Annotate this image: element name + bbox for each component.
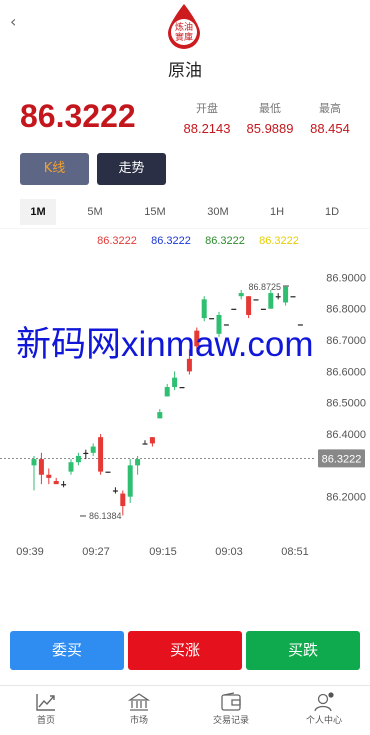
y-tick-label: 86.7000: [326, 335, 366, 347]
high-annotation: 86.8725: [248, 282, 281, 292]
candle-body: [127, 465, 133, 497]
high-value: 88.454: [310, 121, 350, 136]
high-stat: 最高 88.454: [295, 100, 365, 136]
limit-buy-button[interactable]: 委买: [10, 631, 124, 670]
candle-body: [83, 452, 89, 455]
ma-label-2: 86.3222: [205, 235, 245, 247]
candle-body: [90, 446, 96, 453]
buy-down-button[interactable]: 买跌: [246, 631, 360, 670]
bottom-tab-bar: 首页 市场 交易记录 个人中心: [0, 685, 370, 735]
timeframe-tab-1h[interactable]: 1H: [259, 199, 295, 225]
y-tick-label: 86.4000: [326, 429, 366, 441]
tab-market[interactable]: 市场: [93, 686, 185, 726]
svg-text:實庫: 實庫: [175, 31, 193, 43]
tab-market-label: 市场: [129, 716, 148, 726]
x-tick-label: 08:51: [281, 546, 309, 558]
candle-body: [275, 296, 281, 298]
candle-body: [164, 387, 170, 397]
kline-chart[interactable]: 86.3222 86.3222 86.3222 86.3222 86.9000 86.8…: [0, 228, 370, 573]
candle-body: [157, 412, 163, 419]
candle-body: [135, 459, 141, 466]
open-label: 开盘: [196, 102, 218, 115]
candle-body: [172, 377, 178, 388]
candle-body: [142, 443, 148, 445]
current-price: 86.3222: [20, 98, 136, 134]
timeframe-tab-30m[interactable]: 30M: [200, 199, 236, 225]
page-title: 原油: [168, 61, 202, 81]
x-tick-label: 09:03: [215, 546, 243, 558]
candle-body: [231, 308, 237, 310]
open-value: 88.2143: [183, 121, 231, 136]
candle-body: [68, 462, 74, 472]
tab-trade-records[interactable]: 交易记录: [185, 686, 277, 726]
wallet-icon: [221, 692, 241, 711]
candle-body: [268, 293, 274, 309]
y-tick-label: 86.2000: [326, 492, 366, 504]
candle-body: [46, 474, 52, 478]
brand-logo: 炼油 實庫: [168, 4, 200, 49]
watermark-text: 新码网xinmaw.com: [16, 325, 314, 364]
ma-label-3: 86.3222: [259, 235, 299, 247]
y-tick-label: 86.6000: [326, 366, 366, 378]
back-chevron-icon[interactable]: ‹: [10, 12, 16, 31]
candle-body: [246, 296, 252, 315]
y-tick-label: 86.9000: [326, 272, 366, 284]
candle-body: [61, 484, 67, 486]
tab-profile-label: 个人中心: [305, 716, 342, 726]
ma-label-1: 86.3222: [151, 235, 191, 247]
candle-body: [105, 471, 111, 473]
candle-body: [290, 296, 296, 298]
kline-mode-button[interactable]: K线: [20, 153, 89, 185]
candle-body: [31, 459, 37, 466]
x-tick-label: 09:39: [16, 546, 44, 558]
y-tick-label: 86.5000: [326, 398, 366, 410]
y-tick-label: 86.8000: [326, 304, 366, 316]
candle-body: [179, 387, 185, 389]
candle-body: [283, 286, 289, 303]
candle-body: [260, 308, 266, 310]
candle-body: [238, 293, 244, 297]
ma-label-0: 86.3222: [97, 235, 137, 247]
timeframe-tab-5m[interactable]: 5M: [77, 199, 113, 225]
low-annotation: 86.1384: [89, 511, 122, 521]
candle-body: [98, 437, 104, 472]
tab-trade-records-label: 交易记录: [212, 716, 249, 726]
tab-profile[interactable]: 个人中心: [278, 686, 370, 726]
candle-body: [38, 459, 44, 475]
candle-body: [53, 481, 59, 485]
svg-text:炼油: 炼油: [175, 21, 193, 33]
tab-home[interactable]: 首页: [0, 686, 92, 726]
x-tick-label: 09:27: [82, 546, 110, 558]
open-stat: 开盘 88.2143: [172, 100, 242, 136]
timeframe-tab-1d[interactable]: 1D: [314, 199, 350, 225]
candle-body: [253, 299, 259, 301]
candle-body: [112, 490, 118, 492]
timeframe-tab-15m[interactable]: 15M: [137, 199, 173, 225]
market-building-icon: [128, 693, 150, 711]
tab-home-label: 首页: [36, 716, 55, 726]
high-label: 最高: [319, 102, 341, 115]
trend-mode-button[interactable]: 走势: [97, 153, 166, 185]
candle-body: [149, 437, 155, 444]
candle-body: [75, 455, 81, 463]
chart-home-icon: [36, 694, 55, 711]
timeframe-tab-1m[interactable]: 1M: [20, 199, 56, 225]
current-price-tag: 86.3222: [322, 453, 362, 465]
x-tick-label: 09:15: [149, 546, 177, 558]
buy-up-button[interactable]: 买涨: [128, 631, 242, 670]
user-icon: [314, 692, 334, 712]
candle-body: [120, 493, 126, 507]
